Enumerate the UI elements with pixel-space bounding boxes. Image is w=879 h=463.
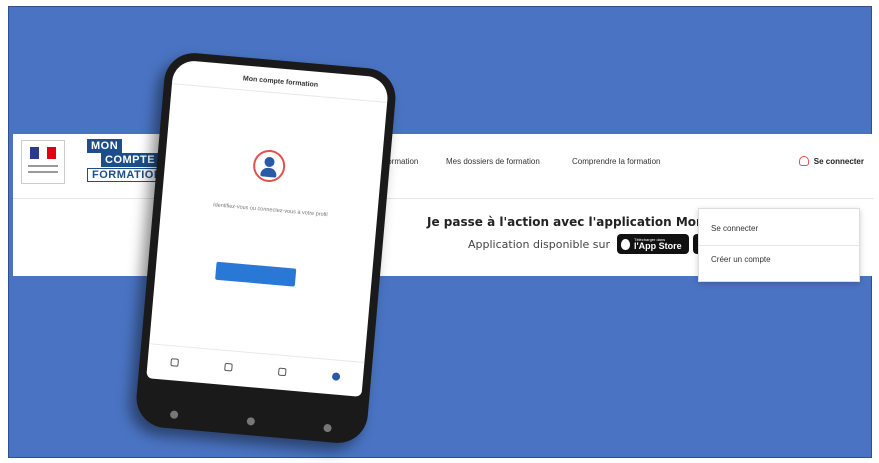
- user-icon: [798, 156, 809, 166]
- tab-account[interactable]: [331, 371, 341, 384]
- folder-icon: [277, 367, 287, 376]
- recent-apps-icon: [323, 423, 333, 433]
- tab-folders[interactable]: [277, 367, 287, 379]
- phone-screen: Mon compte formation Identifiez-vous ou …: [146, 59, 390, 397]
- dropdown-option-login[interactable]: Se connecter: [711, 224, 758, 233]
- logo-line-1: MON: [87, 139, 123, 153]
- appstore-big-text: l'App Store: [634, 240, 682, 251]
- home-icon: [170, 357, 180, 367]
- app-cta-button[interactable]: [215, 261, 297, 287]
- french-flag-icon: [30, 147, 57, 159]
- account-icon: [331, 371, 341, 381]
- smartphone-mockup: Mon compte formation Identifiez-vous ou …: [134, 50, 398, 446]
- republique-francaise-logo: [21, 140, 65, 184]
- tab-home[interactable]: [170, 357, 180, 370]
- logo-line-2: COMPTE: [101, 153, 160, 167]
- apple-icon: [621, 238, 630, 250]
- banner-subtitle: Application disponible sur: [468, 238, 610, 251]
- nav-item-mes-dossiers[interactable]: Mes dossiers de formation: [446, 157, 540, 166]
- back-button-icon: [169, 410, 179, 419]
- nav-item-comprendre[interactable]: Comprendre la formation: [572, 157, 660, 166]
- logo-text-lines: [28, 165, 58, 177]
- app-account-prompt: [184, 289, 343, 303]
- tab-search[interactable]: [224, 362, 233, 374]
- login-dropdown: Se connecter Créer un compte: [698, 208, 860, 282]
- site-header: MON COMPTE FORMATION formation Mes dossi…: [13, 134, 874, 199]
- login-label: Se connecter: [813, 156, 864, 166]
- home-button-icon: [246, 417, 256, 426]
- app-description: Identifiez-vous ou connectez-vous à votr…: [212, 202, 328, 219]
- app-store-badge[interactable]: Télécharger dans l'App Store: [617, 234, 689, 254]
- login-button[interactable]: Se connecter: [798, 156, 864, 166]
- dropdown-divider: [699, 245, 859, 246]
- search-icon: [224, 362, 233, 372]
- profile-avatar-icon: [251, 148, 287, 184]
- dropdown-option-register[interactable]: Créer un compte: [711, 255, 771, 264]
